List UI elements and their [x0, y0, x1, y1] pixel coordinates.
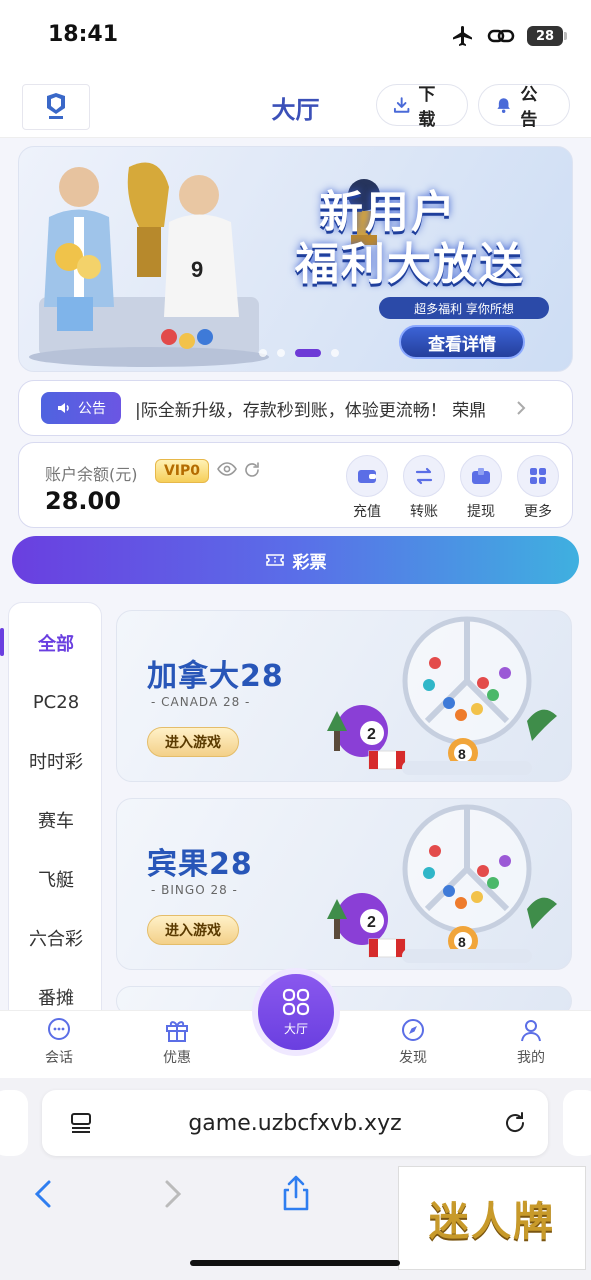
enter-game-button[interactable]: 进入游戏	[147, 915, 239, 945]
grid-icon	[282, 988, 310, 1016]
game-subtitle: - BINGO 28 -	[151, 883, 238, 897]
profile-icon	[521, 1020, 541, 1042]
tab-lobby[interactable]: 大厅	[252, 968, 340, 1056]
svg-text:2: 2	[367, 726, 376, 743]
transfer-button[interactable]: 转账	[402, 455, 446, 521]
balance-label: 账户余额(元)	[45, 465, 138, 484]
more-button[interactable]: 更多	[516, 455, 560, 521]
deposit-button[interactable]: 充值	[345, 455, 389, 521]
game-card-canada28[interactable]: 加拿大28 - CANADA 28 - 进入游戏 2 8	[116, 610, 572, 782]
withdraw-button[interactable]: 提现	[459, 455, 503, 521]
forward-icon[interactable]	[160, 1178, 184, 1210]
carousel-dot[interactable]	[277, 349, 285, 357]
grid-icon	[530, 468, 546, 484]
game-subtitle: - CANADA 28 -	[151, 695, 251, 709]
link-icon	[487, 29, 515, 43]
eye-icon[interactable]	[217, 461, 237, 477]
banner-players-illustration: 9	[29, 162, 269, 367]
category-all[interactable]: 全部	[9, 623, 101, 663]
category-racing[interactable]: 赛车	[9, 800, 101, 840]
svg-text:8: 8	[458, 746, 466, 762]
game-title: 宾果28	[147, 847, 253, 882]
lottery-drum-illustration: 2 8	[327, 804, 557, 963]
status-icons: 28	[451, 24, 567, 48]
bell-icon	[497, 98, 510, 113]
logo-icon	[47, 93, 65, 119]
balance-value: 28.00	[45, 487, 121, 515]
enter-game-button[interactable]: 进入游戏	[147, 727, 239, 757]
download-label: 下载	[418, 85, 436, 130]
tab-chat[interactable]: 会话	[19, 1017, 99, 1067]
share-icon[interactable]	[280, 1174, 312, 1212]
banner-title: 新用户 福利大放送	[295, 187, 525, 290]
svg-text:9: 9	[191, 257, 203, 282]
category-sidebar: 全部 PC28 时时彩 赛车 飞艇 六合彩 番摊	[8, 602, 102, 1022]
url-text: game.uzbcfxvb.xyz	[188, 1110, 402, 1136]
game-card-bingo28[interactable]: 宾果28 - BINGO 28 - 进入游戏 2 8	[116, 798, 572, 970]
announcement-label: 公告	[520, 85, 538, 130]
promo-banner[interactable]: 9 新用户 福利大放送 超多福利 享你所想 查看详情	[18, 146, 573, 372]
carousel-dots	[259, 349, 339, 357]
game-title: 加拿大28	[147, 659, 284, 694]
active-category-indicator	[0, 628, 4, 656]
browser-chrome: game.uzbcfxvb.xyz 迷人牌	[0, 1078, 591, 1280]
airplane-icon	[453, 26, 472, 46]
tab-promotions[interactable]: 优惠	[137, 1017, 217, 1067]
wallet-icon	[358, 470, 376, 483]
transfer-icon	[415, 467, 433, 485]
ticket-icon	[265, 554, 284, 566]
announcement-strip[interactable]: 公告 |际全新升级，存款秒到账，体验更流畅！ 荣鼎	[18, 380, 573, 436]
previous-tab-preview[interactable]	[0, 1090, 28, 1156]
reload-icon[interactable]	[502, 1110, 528, 1136]
category-boat[interactable]: 飞艇	[9, 859, 101, 899]
lottery-label: 彩票	[292, 552, 327, 573]
withdraw-icon	[472, 468, 490, 484]
download-icon	[393, 97, 410, 113]
svg-text:8: 8	[458, 934, 466, 950]
vip-badge: VIP0	[155, 459, 209, 483]
gift-icon	[166, 1021, 188, 1042]
carousel-dot[interactable]	[331, 349, 339, 357]
speaker-icon	[58, 403, 69, 413]
lottery-drum-illustration: 2 8	[327, 616, 557, 775]
carousel-dot[interactable]	[259, 349, 267, 357]
lottery-category-bar[interactable]: 彩票	[12, 536, 579, 584]
chevron-right-icon[interactable]	[515, 399, 527, 417]
app-logo[interactable]	[22, 84, 90, 130]
watermark-logo: 迷人牌	[398, 1166, 586, 1270]
status-bar: 18:41 28	[0, 0, 591, 74]
banner-subtitle: 超多福利 享你所想	[379, 297, 549, 319]
tab-profile[interactable]: 我的	[491, 1017, 571, 1067]
svg-text:2: 2	[367, 914, 376, 931]
announcement-text: |际全新升级，存款秒到账，体验更流畅！ 荣鼎	[135, 400, 487, 421]
category-pc28[interactable]: PC28	[9, 682, 101, 722]
chat-icon	[48, 1018, 70, 1040]
category-mark-six[interactable]: 六合彩	[9, 918, 101, 958]
address-bar[interactable]: game.uzbcfxvb.xyz	[42, 1090, 548, 1156]
back-icon[interactable]	[32, 1178, 56, 1210]
refresh-icon[interactable]	[243, 461, 261, 479]
next-tab-preview[interactable]	[563, 1090, 591, 1156]
announcement-badge: 公告	[41, 392, 121, 424]
announcement-button[interactable]: 公告	[478, 84, 570, 130]
battery-indicator: 28	[527, 26, 567, 46]
download-button[interactable]: 下载	[376, 84, 468, 130]
compass-icon	[402, 1019, 424, 1041]
view-details-button[interactable]: 查看详情	[399, 325, 525, 359]
account-panel: 账户余额(元) VIP0 28.00 充值 转账 提现 更多	[18, 442, 573, 528]
header: 大厅 下载 公告	[0, 74, 591, 138]
home-indicator	[190, 1260, 400, 1266]
carousel-dot-active[interactable]	[295, 349, 321, 357]
tab-discover[interactable]: 发现	[373, 1017, 453, 1067]
category-ssc[interactable]: 时时彩	[9, 741, 101, 781]
status-time: 18:41	[48, 22, 119, 47]
